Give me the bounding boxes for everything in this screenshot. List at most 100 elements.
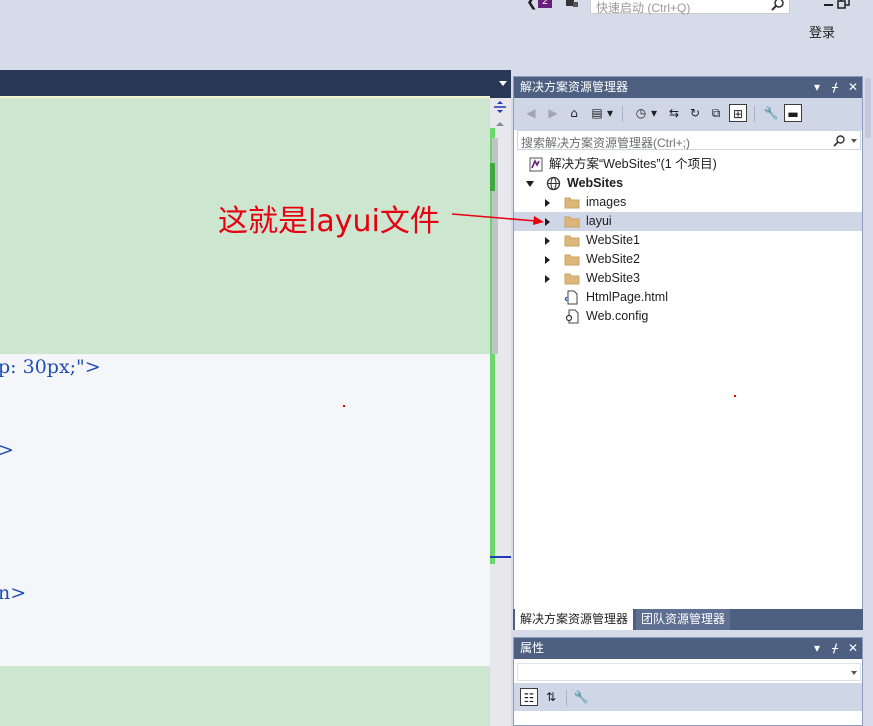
properties-panel: 属性 ▾ ᚋ ✕ ☷ ⇅ 🔧	[513, 637, 863, 726]
tree-item-website2[interactable]: WebSite2	[514, 250, 862, 269]
home-icon[interactable]: ⌂	[565, 104, 583, 122]
notifications-button[interactable]: ❮ 2	[524, 0, 554, 12]
tree-item-label: WebSite1	[586, 233, 640, 247]
editor-vertical-scrollbar[interactable]	[490, 98, 511, 726]
tab-dropdown-icon[interactable]	[499, 81, 507, 86]
globe-icon	[546, 176, 562, 191]
properties-wrench-icon[interactable]: 🔧	[762, 104, 780, 122]
toolbar-separator	[622, 106, 623, 122]
quick-launch-input[interactable]: 快速启动 (Ctrl+Q)	[590, 0, 790, 15]
tree-item-htmlpage[interactable]: HtmlPage.html	[514, 288, 862, 307]
properties-title: 属性	[520, 641, 545, 655]
tree-item-website1[interactable]: WebSite1	[514, 231, 862, 250]
pending-changes-filter-icon[interactable]: ◷	[632, 104, 650, 122]
collapsed-arrow-icon[interactable]	[545, 237, 550, 245]
tab-solution-explorer[interactable]: 解决方案资源管理器	[515, 609, 634, 630]
feedback-icon[interactable]	[565, 0, 579, 10]
change-marker-bar	[490, 163, 495, 191]
folder-icon	[564, 214, 580, 229]
annotation-arrow-icon	[452, 213, 544, 225]
tree-item-label: WebSite2	[586, 252, 640, 266]
solution-explorer-panel: 解决方案资源管理器 ▾ ᚋ ✕ ◀ ▶ ⌂ ▤ ▾ ◷ ▾ ⇆ ↻ ⧉ ⊞ 🔧 …	[513, 76, 863, 630]
tree-item-layui[interactable]: layui	[514, 212, 862, 231]
tree-item-images[interactable]: images	[514, 193, 862, 212]
login-link[interactable]: 登录	[809, 22, 835, 41]
close-icon[interactable]: ✕	[848, 638, 858, 659]
minimize-button[interactable]	[822, 0, 836, 10]
right-edge-strip	[863, 70, 873, 726]
scroll-up-icon[interactable]	[496, 122, 504, 126]
preview-selected-items-icon[interactable]: ▬	[784, 104, 802, 122]
tree-item-label: WebSites	[567, 176, 624, 190]
properties-title-bar: 属性 ▾ ᚋ ✕	[514, 638, 862, 659]
quick-launch-placeholder: 快速启动 (Ctrl+Q)	[596, 1, 691, 15]
caret-position-marker	[490, 556, 511, 558]
code-text-area[interactable]: p: 30px;"> > n>	[0, 98, 490, 726]
tree-item-website3[interactable]: WebSite3	[514, 269, 862, 288]
collapsed-arrow-icon[interactable]	[545, 199, 550, 207]
notification-badge: 2	[538, 0, 552, 8]
html-file-icon	[564, 290, 580, 305]
editor-tab-strip	[0, 70, 511, 98]
search-icon	[833, 134, 846, 147]
tree-item-label: images	[586, 195, 627, 209]
red-dot-marker	[343, 405, 345, 407]
toolbar-separator	[754, 106, 755, 122]
split-editor-icon[interactable]	[492, 100, 508, 114]
search-icon	[771, 0, 785, 11]
pin-icon[interactable]: ᚋ	[830, 77, 840, 98]
red-dot-marker	[734, 395, 736, 397]
solution-search-input[interactable]: 搜索解决方案资源管理器(Ctrl+;)	[517, 130, 861, 150]
properties-object-select[interactable]	[517, 663, 861, 681]
close-icon[interactable]: ✕	[848, 77, 858, 98]
toolbar-separator	[566, 690, 567, 706]
switch-views-dropdown-icon[interactable]: ▾	[605, 104, 615, 122]
collapsed-arrow-icon[interactable]	[545, 218, 550, 226]
search-options-dropdown-icon[interactable]	[851, 139, 857, 143]
collapsed-arrow-icon[interactable]	[545, 275, 550, 283]
tree-item-label: WebSite3	[586, 271, 640, 285]
property-pages-wrench-icon[interactable]: 🔧	[572, 688, 590, 706]
switch-views-icon[interactable]: ▤	[588, 104, 606, 122]
solution-search-placeholder: 搜索解决方案资源管理器(Ctrl+;)	[521, 136, 690, 150]
flag-icon: ❮	[526, 0, 538, 10]
chevron-down-icon	[851, 671, 857, 675]
restore-button[interactable]	[836, 0, 852, 10]
tree-item-websites[interactable]: WebSites	[514, 174, 862, 193]
back-icon[interactable]: ◀	[522, 104, 540, 122]
tree-item-webconfig[interactable]: Web.config	[514, 307, 862, 326]
tree-item-label: layui	[586, 214, 612, 228]
window-dropdown-icon[interactable]: ▾	[812, 77, 822, 98]
alphabetical-icon[interactable]: ⇅	[542, 688, 560, 706]
solution-tree: 解决方案“WebSites”(1 个项目) WebSites images la…	[514, 155, 862, 575]
folder-icon	[564, 195, 580, 210]
categorized-icon[interactable]: ☷	[520, 688, 538, 706]
collapse-all-icon[interactable]: ⧉	[707, 104, 725, 122]
code-line: n>	[0, 582, 27, 604]
sync-with-document-icon[interactable]: ⇆	[665, 104, 683, 122]
code-editor: p: 30px;"> > n>	[0, 70, 511, 726]
folder-icon	[564, 271, 580, 286]
window-dropdown-icon[interactable]: ▾	[812, 638, 822, 659]
tab-team-explorer[interactable]: 团队资源管理器	[636, 609, 731, 630]
filter-dropdown-icon[interactable]: ▾	[649, 104, 659, 122]
pin-icon[interactable]: ᚋ	[830, 638, 840, 659]
forward-icon[interactable]: ▶	[544, 104, 562, 122]
tree-item-label: HtmlPage.html	[586, 290, 668, 304]
refresh-icon[interactable]: ↻	[686, 104, 704, 122]
code-highlight-block	[0, 666, 490, 726]
tree-item-solution[interactable]: 解决方案“WebSites”(1 个项目)	[514, 155, 862, 174]
show-all-files-icon[interactable]: ⊞	[729, 104, 747, 122]
collapsed-arrow-icon[interactable]	[545, 256, 550, 264]
tool-window-tabs: 解决方案资源管理器 团队资源管理器	[513, 609, 863, 630]
code-line: p: 30px;">	[0, 356, 101, 378]
solution-explorer-title-bar: 解决方案资源管理器 ▾ ᚋ ✕	[514, 77, 862, 98]
collapsed-side-tab[interactable]	[865, 78, 871, 138]
folder-icon	[564, 233, 580, 248]
title-bar: ❮ 2 快速启动 (Ctrl+Q) 登录	[0, 0, 873, 70]
solution-explorer-toolbar: ◀ ▶ ⌂ ▤ ▾ ◷ ▾ ⇆ ↻ ⧉ ⊞ 🔧 ▬	[514, 98, 862, 130]
tree-item-label: Web.config	[586, 309, 649, 323]
config-file-icon	[564, 309, 580, 324]
folder-icon	[564, 252, 580, 267]
expanded-arrow-icon[interactable]	[526, 181, 534, 187]
